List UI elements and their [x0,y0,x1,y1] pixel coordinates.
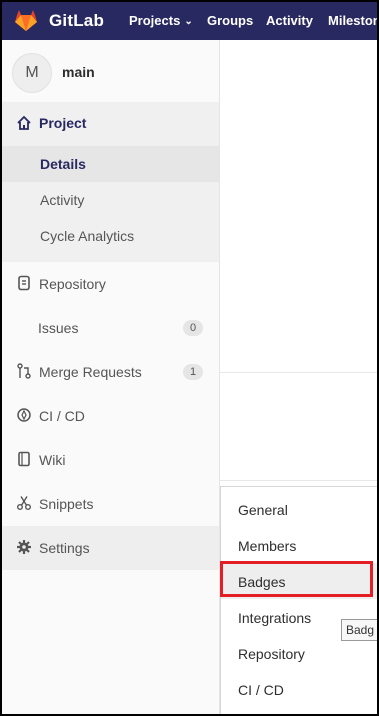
gitlab-logo-icon[interactable] [14,9,38,31]
rocket-icon [17,408,31,422]
nav-milestones[interactable]: Mileston [328,13,377,28]
content-divider [220,480,377,481]
flyout-item-label: CI / CD [238,682,284,698]
git-merge-icon [17,363,31,379]
badges-highlight-box [220,561,373,597]
settings-flyout-menu: General Members Badges Integrations Repo… [220,486,377,714]
sidebar-item-label: Settings [39,540,90,556]
sidebar-subitem-activity[interactable]: Activity [2,182,219,218]
chevron-down-icon: ⌄ [184,16,193,27]
sidebar-item-merge-requests[interactable]: Merge Requests 1 [2,350,219,394]
content-divider [220,372,377,373]
project-sidebar: M main Project Details Activity Cycle An… [2,40,220,714]
sidebar-subitem-details[interactable]: Details [2,146,219,182]
brand-name[interactable]: GitLab [49,11,104,31]
sidebar-subitem-label: Activity [40,192,85,208]
tooltip: Badg [341,619,377,641]
flyout-item-label: Repository [238,646,305,662]
flyout-item-members[interactable]: Members [221,527,377,563]
app-window: GitLab Projects ⌄ Groups Activity Milesto… [2,2,377,714]
sidebar-item-label: Issues [38,320,79,336]
sidebar-item-settings[interactable]: Settings [2,526,219,570]
flyout-item-general[interactable]: General [221,491,377,527]
flyout-item-label: Members [238,538,297,554]
sidebar-item-repository[interactable]: Repository [2,262,219,306]
top-navbar: GitLab Projects ⌄ Groups Activity Milesto… [2,2,377,40]
gear-icon [17,540,31,554]
project-section: Project Details Activity Cycle Analytics [2,102,219,262]
sidebar-item-wiki[interactable]: Wiki [2,438,219,482]
sidebar-item-label: Snippets [39,496,94,512]
sidebar-subitem-cycle-analytics[interactable]: Cycle Analytics [2,218,219,254]
sidebar-subitem-label: Details [40,156,86,172]
sidebar-item-issues[interactable]: Issues 0 [2,306,219,350]
document-icon [18,275,30,291]
sidebar-item-label: Wiki [39,452,66,468]
scissors-icon [17,496,31,510]
nav-projects[interactable]: Projects ⌄ [129,13,193,28]
merge-requests-count-badge: 1 [183,364,203,380]
home-icon [17,115,31,130]
project-context-header[interactable]: M main [2,40,219,102]
sidebar-item-label: CI / CD [39,408,85,424]
sidebar-item-ci-cd[interactable]: CI / CD [2,394,219,438]
flyout-item-label: Integrations [238,610,312,626]
issues-count-badge: 0 [183,320,203,336]
nav-groups[interactable]: Groups [207,13,253,28]
sidebar-item-label: Project [39,115,87,131]
sidebar-item-label: Repository [39,276,106,292]
nav-projects-label: Projects [129,13,181,28]
sidebar-item-snippets[interactable]: Snippets [2,482,219,526]
sidebar-subitem-label: Cycle Analytics [40,228,135,244]
project-avatar: M [12,53,52,93]
sidebar-item-project[interactable]: Project [2,102,219,146]
flyout-item-ci-cd[interactable]: CI / CD [221,671,377,707]
nav-activity[interactable]: Activity [266,13,313,28]
sidebar-item-label: Merge Requests [39,364,142,380]
book-icon [18,451,30,467]
project-name: main [62,64,95,80]
flyout-item-label: General [238,502,288,518]
